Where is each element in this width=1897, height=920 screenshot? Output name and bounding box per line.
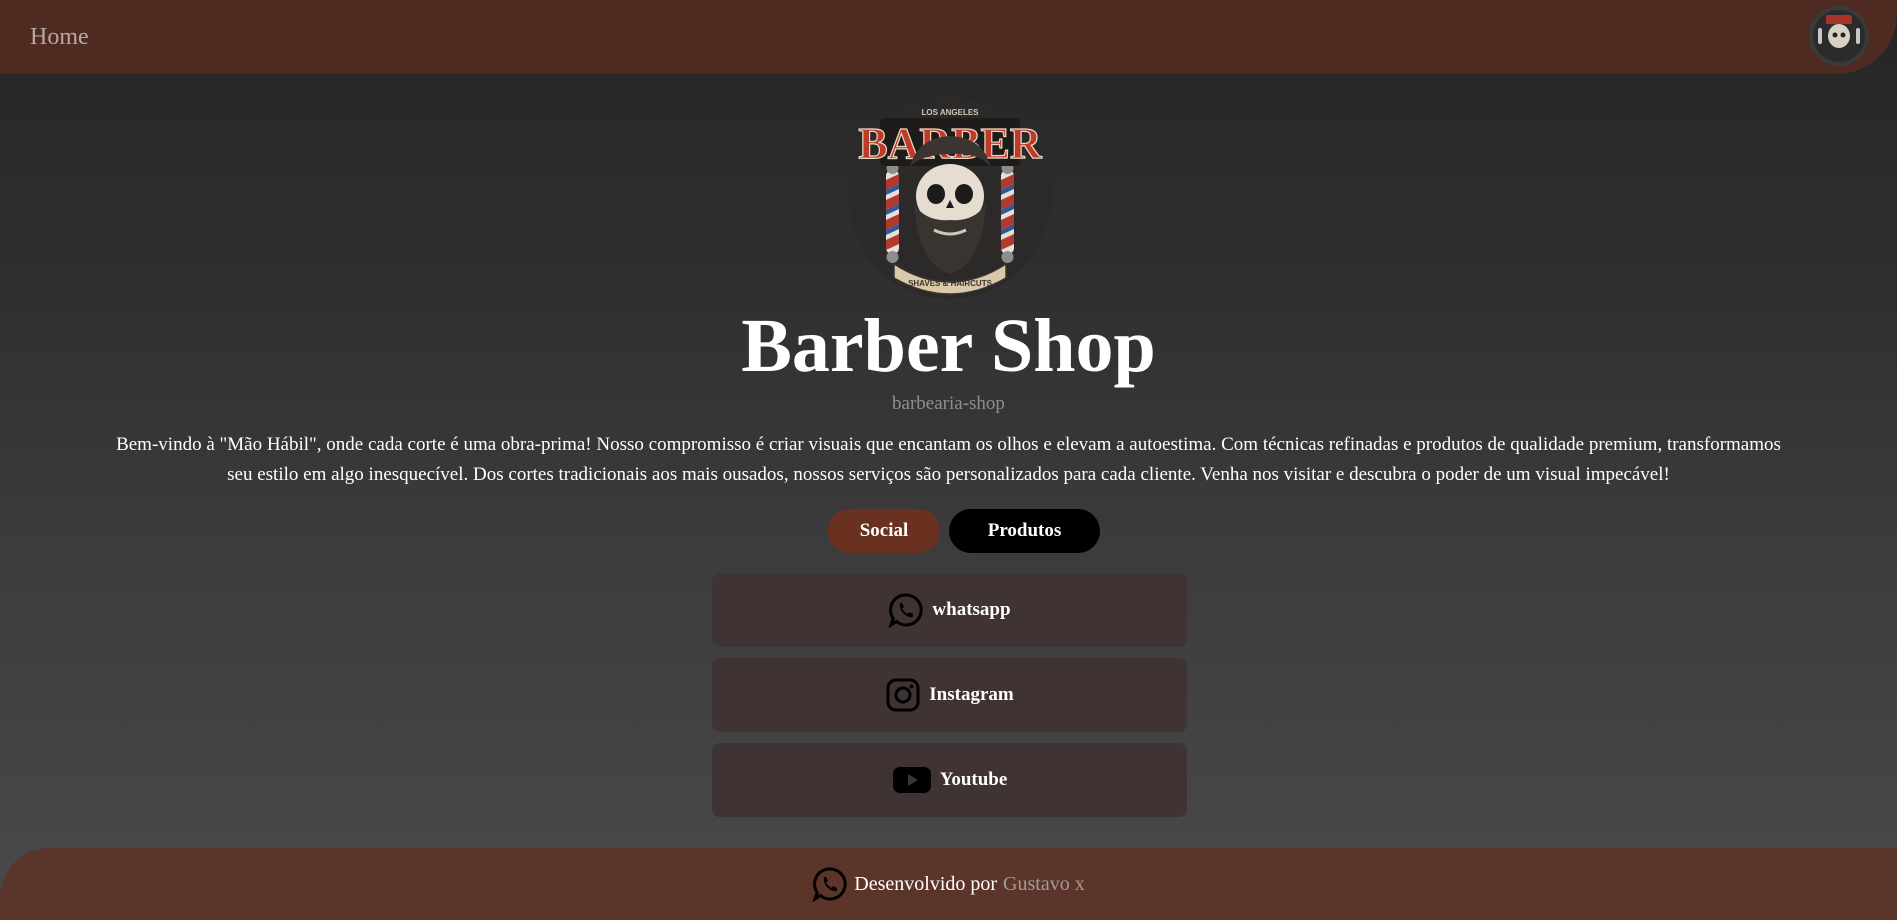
logo-bottom-text: SHAVES & HAIRCUTS	[908, 279, 993, 288]
home-link[interactable]: Home	[30, 24, 89, 51]
youtube-link-button[interactable]: Youtube	[712, 743, 1187, 817]
youtube-icon	[892, 766, 932, 794]
tab-produtos[interactable]: Produtos	[949, 509, 1100, 553]
welcome-description: Bem-vindo à "Mão Hábil", onde cada corte…	[116, 434, 1781, 485]
instagram-link-label: Instagram	[929, 684, 1014, 705]
barber-shop-logo: LOS ANGELES BARBER SHAVES & HAIRCUTS	[848, 96, 1052, 300]
footer: Desenvolvido por Gustavo x	[0, 848, 1897, 920]
instagram-link-button[interactable]: Instagram	[712, 658, 1187, 732]
page-title: Barber Shop	[741, 304, 1156, 388]
barber-logo-icon	[1809, 6, 1869, 66]
whatsapp-icon	[888, 592, 924, 628]
instagram-icon	[885, 677, 921, 713]
logo-top-text: LOS ANGELES	[921, 108, 979, 117]
whatsapp-icon[interactable]	[812, 866, 848, 902]
footer-author-link[interactable]: Gustavo x	[1003, 873, 1085, 896]
whatsapp-link-button[interactable]: whatsapp	[712, 573, 1187, 647]
top-navbar: Home	[0, 0, 1897, 74]
handle-text: barbearia-shop	[892, 393, 1005, 414]
nav-logo-avatar[interactable]	[1809, 6, 1869, 66]
whatsapp-link-label: whatsapp	[932, 599, 1011, 620]
tab-social[interactable]: Social	[828, 509, 940, 553]
footer-credit-text: Desenvolvido por	[854, 872, 998, 895]
youtube-link-label: Youtube	[939, 769, 1008, 790]
